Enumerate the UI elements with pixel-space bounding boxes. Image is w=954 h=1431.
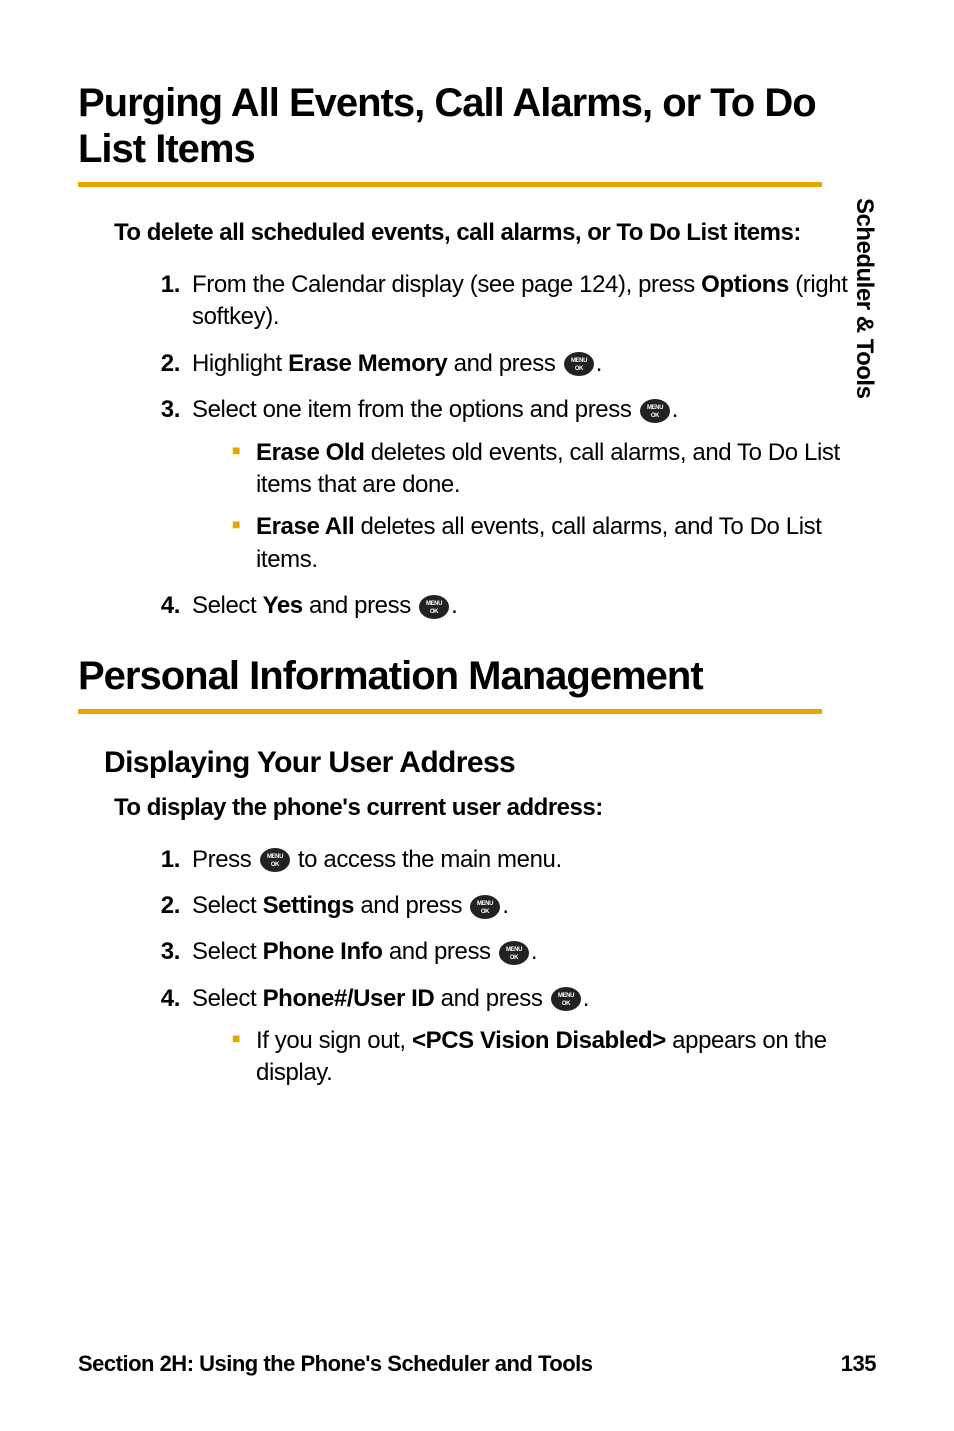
step-body: Select Yes and press MENU OK. <box>192 590 876 622</box>
step-3: 3. Select one item from the options and … <box>140 394 876 576</box>
steps-purging: 1. From the Calendar display (see page 1… <box>140 269 876 623</box>
step-body: Press MENU OK to access the main menu. <box>192 844 876 876</box>
sub-list: If you sign out, <PCS Vision Disabled> a… <box>232 1025 876 1090</box>
step-1: 1. Press MENU OK to access the main menu. <box>140 844 876 876</box>
sub-list: Erase Old deletes old events, call alarm… <box>232 437 876 577</box>
step-4: 4. Select Yes and press MENU OK. <box>140 590 876 622</box>
step-text: . <box>583 985 589 1012</box>
svg-text:OK: OK <box>575 366 584 372</box>
step-number: 3. <box>140 936 180 968</box>
sub-bold: Erase All <box>256 513 354 540</box>
section-title-pim: Personal Information Management <box>78 653 876 699</box>
step-text: and press <box>303 592 417 619</box>
page-footer: Section 2H: Using the Phone's Scheduler … <box>78 1351 876 1377</box>
step-text: From the Calendar display (see page 124)… <box>192 271 701 298</box>
step-text: Select <box>192 892 263 919</box>
step-number: 4. <box>140 983 180 1015</box>
step-3: 3. Select Phone Info and press MENU OK. <box>140 936 876 968</box>
step-number: 2. <box>140 348 180 380</box>
step-number: 1. <box>140 844 180 876</box>
steps-user-address: 1. Press MENU OK to access the main menu.… <box>140 844 876 1090</box>
step-bold: Phone Info <box>263 938 383 965</box>
svg-text:OK: OK <box>510 955 519 961</box>
step-4: 4. Select Phone#/User ID and press MENU O… <box>140 983 876 1090</box>
svg-text:OK: OK <box>430 609 439 615</box>
step-body: Highlight Erase Memory and press MENU OK. <box>192 348 876 380</box>
step-body: From the Calendar display (see page 124)… <box>192 269 876 334</box>
step-2: 2. Select Settings and press MENU OK. <box>140 890 876 922</box>
sub-text: If you sign out, <box>256 1027 412 1054</box>
step-number: 2. <box>140 890 180 922</box>
step-text: . <box>672 396 678 423</box>
sub-item: Erase Old deletes old events, call alarm… <box>232 437 876 502</box>
section-title-purging: Purging All Events, Call Alarms, or To D… <box>78 80 876 172</box>
step-text: and press <box>383 938 497 965</box>
sub-bold: Erase Old <box>256 439 364 466</box>
step-text: Select <box>192 592 263 619</box>
menu-ok-icon: MENU OK <box>550 986 582 1012</box>
step-body: Select Settings and press MENU OK. <box>192 890 876 922</box>
step-text: . <box>502 892 508 919</box>
step-number: 1. <box>140 269 180 301</box>
svg-text:MENU: MENU <box>571 358 587 364</box>
subhead-user-address: Displaying Your User Address <box>104 746 876 780</box>
step-bold: Erase Memory <box>288 350 447 377</box>
rule-divider <box>78 182 822 187</box>
menu-ok-icon: MENU OK <box>563 351 595 377</box>
step-body: Select one item from the options and pre… <box>192 394 876 576</box>
sub-bold: <PCS Vision Disabled> <box>412 1027 666 1054</box>
step-text: and press <box>354 892 468 919</box>
menu-ok-icon: MENU OK <box>469 894 501 920</box>
step-text: . <box>596 350 602 377</box>
step-text: Select <box>192 985 263 1012</box>
step-text: Select <box>192 938 263 965</box>
svg-text:MENU: MENU <box>267 854 283 860</box>
rule-divider <box>78 709 822 714</box>
step-text: Highlight <box>192 350 288 377</box>
step-bold: Yes <box>263 592 303 619</box>
svg-text:MENU: MENU <box>647 405 663 411</box>
step-body: Select Phone Info and press MENU OK. <box>192 936 876 968</box>
menu-ok-icon: MENU OK <box>639 398 671 424</box>
footer-section: Section 2H: Using the Phone's Scheduler … <box>78 1351 593 1376</box>
intro-user-address: To display the phone's current user addr… <box>114 794 876 822</box>
step-text: . <box>451 592 457 619</box>
step-text: Press <box>192 846 258 873</box>
step-1: 1. From the Calendar display (see page 1… <box>140 269 876 334</box>
menu-ok-icon: MENU OK <box>418 594 450 620</box>
menu-ok-icon: MENU OK <box>498 940 530 966</box>
menu-ok-icon: MENU OK <box>259 847 291 873</box>
step-text: to access the main menu. <box>292 846 562 873</box>
svg-text:OK: OK <box>271 862 280 868</box>
step-number: 4. <box>140 590 180 622</box>
svg-text:OK: OK <box>651 413 660 419</box>
step-bold: Phone#/User ID <box>263 985 435 1012</box>
step-bold: Settings <box>263 892 354 919</box>
svg-text:MENU: MENU <box>477 901 493 907</box>
step-text: and press <box>434 985 548 1012</box>
svg-text:OK: OK <box>562 1001 571 1007</box>
footer-page-number: 135 <box>841 1351 876 1377</box>
svg-text:MENU: MENU <box>426 601 442 607</box>
intro-purging: To delete all scheduled events, call ala… <box>114 219 876 247</box>
step-text: and press <box>447 350 561 377</box>
step-body: Select Phone#/User ID and press MENUOK. … <box>192 983 876 1090</box>
svg-text:MENU: MENU <box>558 993 574 999</box>
step-2: 2. Highlight Erase Memory and press MENU… <box>140 348 876 380</box>
step-number: 3. <box>140 394 180 426</box>
svg-text:OK: OK <box>481 909 490 915</box>
sub-item: Erase All deletes all events, call alarm… <box>232 511 876 576</box>
step-text: Select one item from the options and pre… <box>192 396 638 423</box>
page-content: Scheduler & Tools Purging All Events, Ca… <box>0 0 954 1431</box>
step-bold: Options <box>701 271 789 298</box>
sub-item: If you sign out, <PCS Vision Disabled> a… <box>232 1025 876 1090</box>
svg-text:MENU: MENU <box>506 947 522 953</box>
step-text: . <box>531 938 537 965</box>
